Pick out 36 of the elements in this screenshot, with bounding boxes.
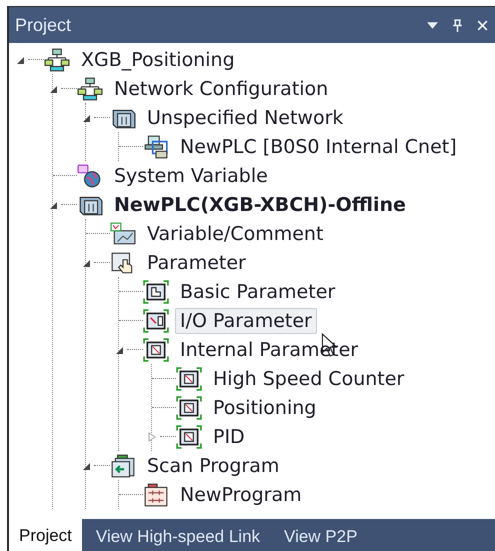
collapse-arrow-icon[interactable]: [48, 200, 58, 210]
collapse-arrow-icon[interactable]: [48, 84, 58, 94]
network-tree-icon: [77, 76, 103, 100]
expand-arrow-icon[interactable]: [147, 432, 157, 442]
panel-title: Project: [15, 14, 72, 36]
tree-item[interactable]: Scan Program: [142, 452, 284, 478]
globe-icon: [77, 164, 103, 188]
pin-icon[interactable]: [451, 18, 464, 32]
tree-item[interactable]: Basic Parameter: [175, 278, 340, 304]
tree-item[interactable]: Positioning: [208, 394, 322, 420]
collapse-arrow-icon[interactable]: [81, 460, 91, 470]
tree-item[interactable]: NewProgram: [175, 482, 307, 508]
tab[interactable]: View High-speed Link: [86, 522, 270, 551]
collapse-arrow-icon[interactable]: [15, 54, 25, 64]
tab[interactable]: Project: [9, 519, 82, 551]
collapse-arrow-icon[interactable]: [81, 258, 91, 268]
tree-item[interactable]: NewPLC(XGB-XBCH)-Offline: [109, 192, 411, 218]
network-tree-icon: [44, 48, 70, 72]
tree-item[interactable]: Network Configuration: [109, 76, 334, 102]
close-icon[interactable]: [476, 18, 489, 32]
tree-item[interactable]: High Speed Counter: [208, 366, 410, 392]
tree-item[interactable]: NewPLC [B0S0 Internal Cnet]: [175, 134, 462, 160]
tree-item[interactable]: Parameter: [142, 250, 251, 276]
tree-item[interactable]: PID: [208, 424, 250, 450]
tab[interactable]: View P2P: [274, 522, 368, 551]
ladder-program-icon: [143, 482, 169, 506]
computer-icon: [143, 134, 169, 158]
tree-item[interactable]: I/O Parameter: [175, 308, 317, 334]
tree-item[interactable]: Variable/Comment: [142, 220, 328, 246]
program-folder-icon: [110, 454, 136, 478]
tree-item[interactable]: XGB_Positioning: [76, 46, 240, 72]
collapse-arrow-icon[interactable]: [114, 344, 124, 354]
variable-table-icon: [110, 222, 136, 246]
tree-item[interactable]: System Variable: [109, 162, 273, 188]
collapse-arrow-icon[interactable]: [81, 112, 91, 122]
tree-item[interactable]: Unspecified Network: [142, 104, 348, 130]
